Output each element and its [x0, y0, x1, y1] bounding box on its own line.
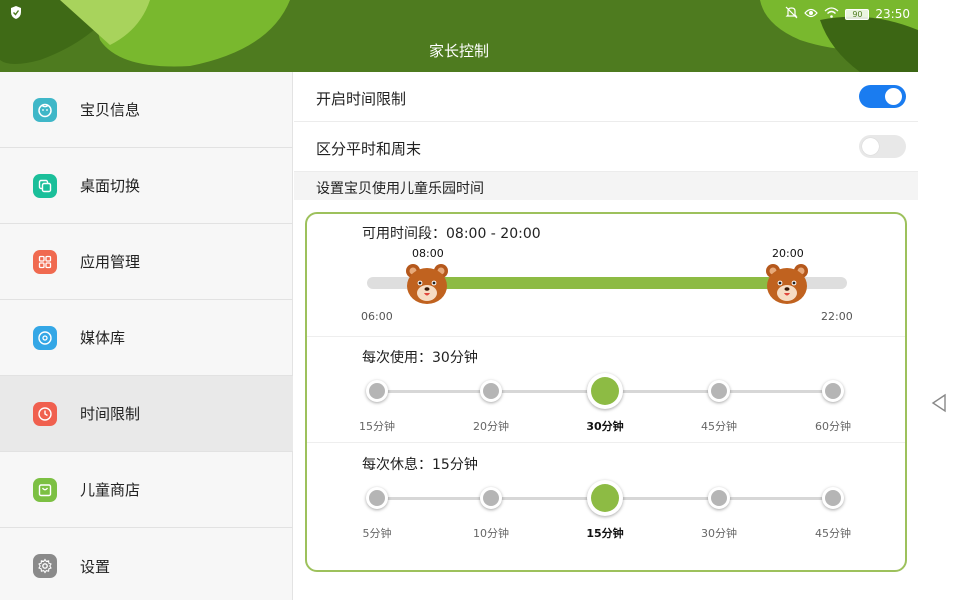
each-rest-label: 每次休息：15分钟 — [362, 457, 478, 473]
section-header: 设置宝贝使用儿童乐园时间 — [294, 172, 918, 200]
available-period-label: 可用时间段：08:00 - 20:00 — [362, 226, 541, 242]
each-use-option-label: 15分钟 — [359, 420, 395, 433]
app-header: 90 23:50 家长控制 — [0, 0, 918, 72]
sidebar-item-time-limit[interactable]: 时间限制 — [0, 376, 293, 452]
range-end-time: 20:00 — [772, 247, 804, 260]
divider — [307, 336, 905, 337]
sidebar-item-label: 应用管理 — [80, 253, 141, 271]
sidebar-item-label: 宝贝信息 — [80, 101, 141, 119]
bear-handle-start-icon[interactable] — [404, 262, 450, 306]
each-rest-option-label: 45分钟 — [815, 527, 851, 540]
each-use-option-label: 60分钟 — [815, 420, 851, 433]
battery-icon: 90 — [845, 8, 870, 20]
sidebar-item-baby-info[interactable]: 宝贝信息 — [0, 72, 293, 148]
shield-icon — [10, 6, 22, 22]
toggle-knob — [862, 138, 879, 155]
each-rest-option-dot[interactable] — [366, 487, 388, 509]
each-use-option-dot[interactable] — [822, 380, 844, 402]
each-use-option-label: 30分钟 — [586, 420, 624, 433]
each-use-option-label: 20分钟 — [473, 420, 509, 433]
status-bar: 90 23:50 — [0, 6, 918, 22]
navigation-bar — [918, 0, 960, 600]
time-settings-card: 可用时间段：08:00 - 20:00 08:00 20:00 06:00 22… — [305, 212, 907, 572]
sidebar: 宝贝信息 桌面切换 应用管理 媒体库 时间限制 儿童商店 设置 — [0, 72, 293, 600]
clock-time: 23:50 — [875, 7, 910, 21]
each-rest-option-label: 5分钟 — [362, 527, 392, 540]
sidebar-item-desktop-switch[interactable]: 桌面切换 — [0, 148, 293, 224]
page-title: 家长控制 — [428, 42, 489, 60]
each-rest-option-dot[interactable] — [480, 487, 502, 509]
time-limit-row: 开启时间限制 — [294, 72, 918, 122]
sidebar-item-label: 媒体库 — [80, 329, 126, 347]
range-min-label: 06:00 — [361, 310, 393, 323]
main-content: 开启时间限制 区分平时和周末 设置宝贝使用儿童乐园时间 可用时间段：08:00 … — [294, 72, 918, 600]
shopping-bag-icon — [33, 477, 57, 502]
wifi-icon — [824, 7, 839, 21]
eye-comfort-icon — [804, 7, 819, 21]
section-title: 设置宝贝使用儿童乐园时间 — [316, 181, 484, 197]
toggle-knob — [885, 88, 902, 105]
divider — [307, 442, 905, 443]
sidebar-item-kids-store[interactable]: 儿童商店 — [0, 452, 293, 528]
each-rest-option-label: 15分钟 — [586, 527, 624, 540]
sidebar-item-label: 儿童商店 — [80, 481, 141, 499]
sidebar-item-media-library[interactable]: 媒体库 — [0, 300, 293, 376]
range-start-time: 08:00 — [412, 247, 444, 260]
media-library-icon — [33, 325, 57, 350]
back-triangle-icon[interactable] — [930, 393, 948, 417]
time-limit-toggle[interactable] — [859, 85, 906, 108]
each-rest-option-dot[interactable] — [587, 480, 623, 516]
each-use-option-dot[interactable] — [480, 380, 502, 402]
each-rest-option-dot[interactable] — [822, 487, 844, 509]
each-use-label: 每次使用：30分钟 — [362, 350, 478, 366]
sidebar-item-label: 桌面切换 — [80, 177, 141, 195]
each-rest-option-label: 10分钟 — [473, 527, 509, 540]
weekday-weekend-toggle[interactable] — [859, 135, 906, 158]
sidebar-item-app-management[interactable]: 应用管理 — [0, 224, 293, 300]
sidebar-item-label: 时间限制 — [80, 405, 141, 423]
apps-grid-icon — [33, 249, 57, 274]
weekday-weekend-label: 区分平时和周末 — [316, 140, 422, 158]
each-rest-option-label: 30分钟 — [701, 527, 737, 540]
sidebar-item-label: 设置 — [80, 557, 111, 576]
each-rest-option-dot[interactable] — [708, 487, 730, 509]
time-limit-label: 开启时间限制 — [316, 90, 407, 108]
sidebar-item-settings[interactable]: 设置 — [0, 528, 293, 600]
each-use-option-label: 45分钟 — [701, 420, 737, 433]
each-use-option-dot[interactable] — [366, 380, 388, 402]
baby-face-icon — [33, 97, 57, 122]
each-use-option-dot[interactable] — [708, 380, 730, 402]
range-max-label: 22:00 — [821, 310, 853, 323]
gear-icon — [33, 554, 57, 578]
bear-handle-end-icon[interactable] — [764, 262, 810, 306]
mute-icon — [785, 6, 798, 22]
each-use-option-dot[interactable] — [587, 373, 623, 409]
weekday-weekend-row: 区分平时和周末 — [294, 122, 918, 172]
time-range-fill — [427, 277, 787, 289]
desktop-switch-icon — [33, 173, 57, 198]
clock-icon — [33, 401, 57, 426]
